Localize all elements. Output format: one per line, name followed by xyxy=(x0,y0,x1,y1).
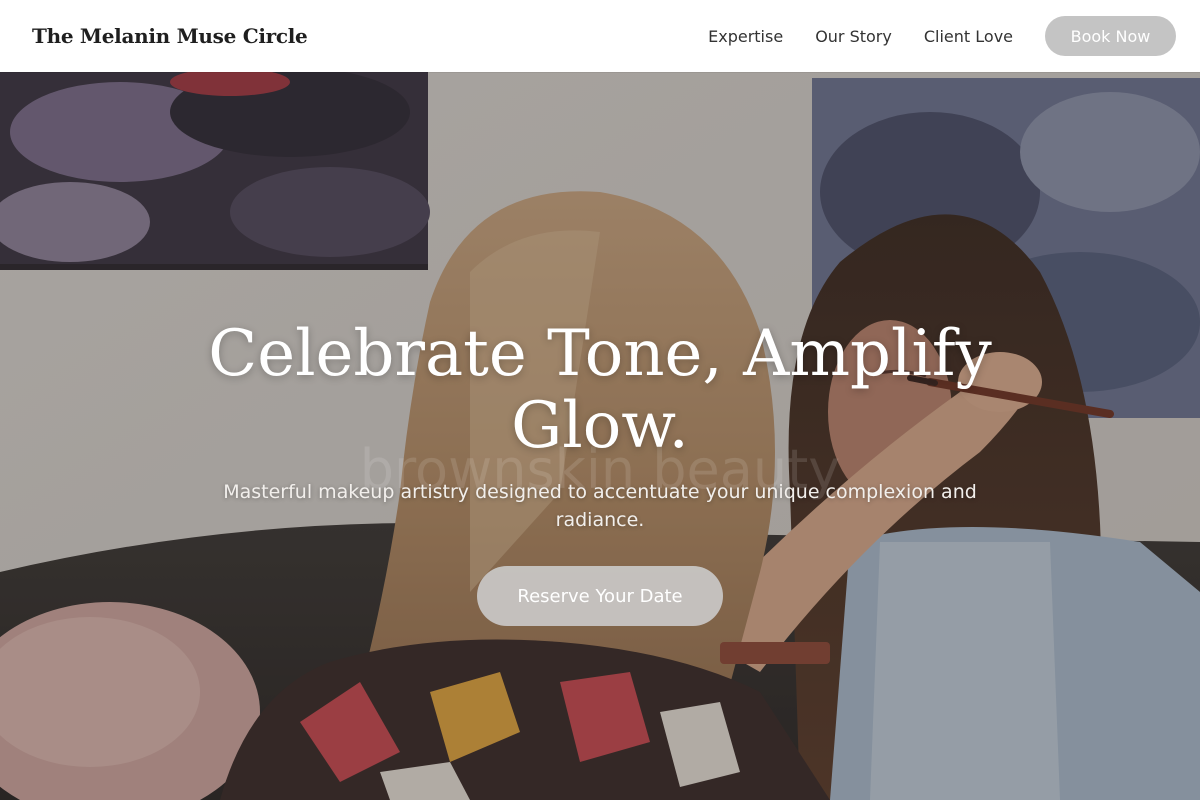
hero-title: Celebrate Tone, Amplify Glow. xyxy=(208,317,992,463)
book-now-button[interactable]: Book Now xyxy=(1045,16,1176,56)
nav-link-expertise[interactable]: Expertise xyxy=(708,27,783,46)
site-header: The Melanin Muse Circle Expertise Our St… xyxy=(0,0,1200,72)
brand-logo[interactable]: The Melanin Muse Circle xyxy=(32,24,308,48)
hero-content: Celebrate Tone, Amplify Glow. Masterful … xyxy=(180,318,1020,626)
nav-link-client-love[interactable]: Client Love xyxy=(924,27,1013,46)
reserve-date-button[interactable]: Reserve Your Date xyxy=(477,566,723,626)
nav-link-our-story[interactable]: Our Story xyxy=(815,27,892,46)
main-nav: Expertise Our Story Client Love Book Now xyxy=(708,16,1176,56)
hero-subtitle: Masterful makeup artistry designed to ac… xyxy=(223,481,977,531)
hero-section: brownskin beauty Celebrate Tone, Amplify… xyxy=(0,72,1200,800)
